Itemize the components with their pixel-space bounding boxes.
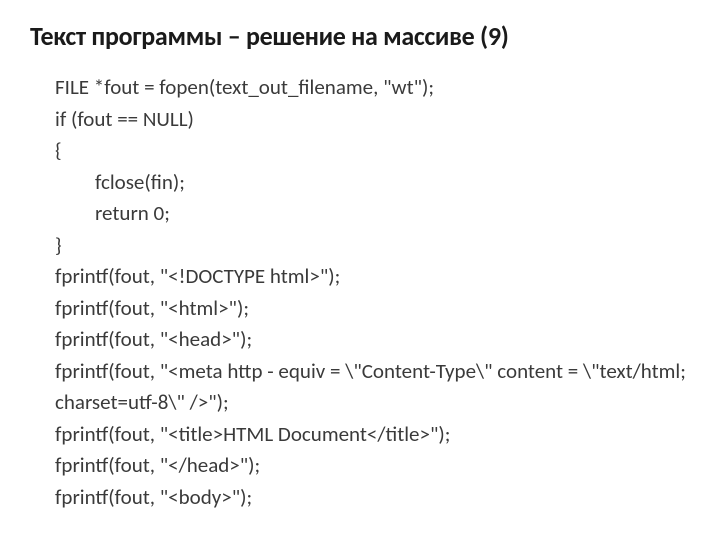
slide-title: Текст программы – решение на массиве (9) [30,20,690,52]
code-block: FILE *fout = fopen(text_out_filename, "w… [30,72,690,513]
code-line: fprintf(fout, "<title>HTML Document</tit… [55,419,690,451]
code-line: fprintf(fout, "<body>"); [55,482,690,514]
code-line: FILE *fout = fopen(text_out_filename, "w… [55,72,690,104]
code-line: { [55,135,690,167]
code-line: fprintf(fout, "<head>"); [55,324,690,356]
code-line: fprintf(fout, "<html>"); [55,293,690,325]
code-line: fprintf(fout, "<!DOCTYPE html>"); [55,261,690,293]
code-line: fprintf(fout, "</head>"); [55,450,690,482]
code-line: } [55,230,690,262]
code-line: fprintf(fout, "<meta http - equiv = \"Co… [55,356,690,419]
code-line: return 0; [55,198,690,230]
code-line: fclose(fin); [55,167,690,199]
code-line: if (fout == NULL) [55,104,690,136]
